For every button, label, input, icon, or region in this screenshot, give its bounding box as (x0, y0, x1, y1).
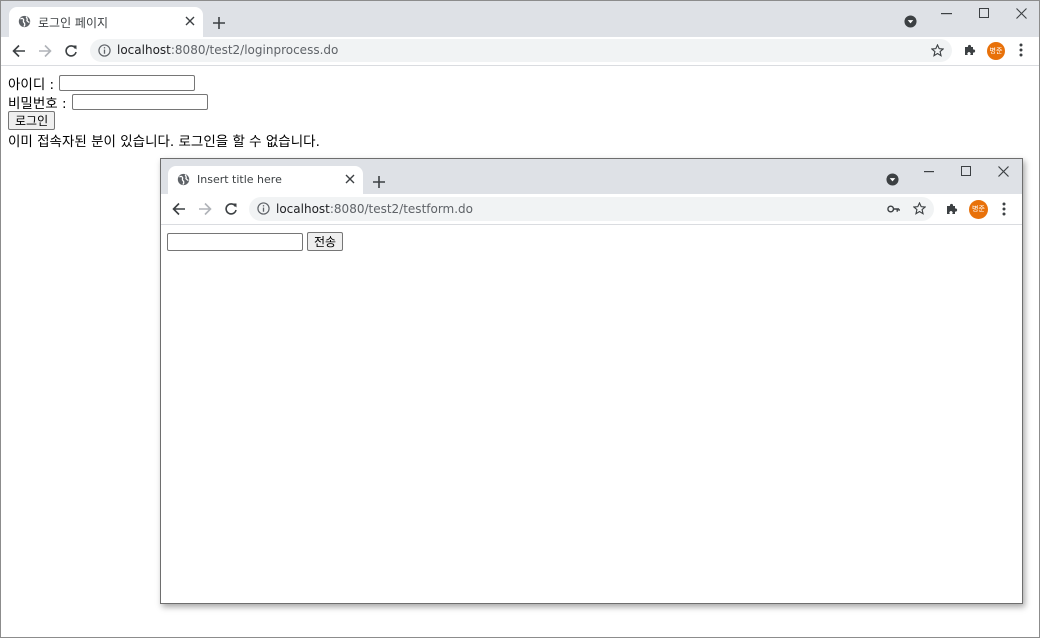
profile-initials: 병준 (972, 205, 985, 213)
info-icon[interactable] (98, 44, 111, 57)
forward-arrow-icon[interactable] (198, 202, 212, 216)
url-path: :8080/test2/loginprocess.do (170, 43, 339, 57)
close-window-icon[interactable] (1016, 8, 1027, 19)
close-tab-icon[interactable] (185, 16, 195, 26)
toolbar: localhost:8080/test2/loginprocess.do 병준 (1, 37, 1039, 66)
globe-icon (177, 173, 190, 186)
minimize-icon[interactable] (924, 171, 934, 173)
login-error-message: 이미 접속자된 분이 있습니다. 로그인을 할 수 없습니다. (8, 133, 320, 150)
extensions-puzzle-icon[interactable] (945, 202, 959, 216)
message-row: 이미 접속자된 분이 있습니다. 로그인을 할 수 없습니다. (8, 130, 320, 150)
button-row: 로그인 (8, 111, 320, 130)
close-tab-icon[interactable] (345, 174, 355, 184)
tab-login-page[interactable]: 로그인 페이지 (9, 7, 203, 37)
tab-search-icon[interactable] (904, 15, 917, 28)
tab-insert-title[interactable]: Insert title here (168, 166, 363, 194)
back-arrow-icon[interactable] (172, 202, 186, 216)
password-label: 비밀번호 : (8, 95, 67, 112)
id-row: 아이디 : (8, 73, 320, 93)
id-input[interactable] (59, 74, 196, 91)
profile-avatar[interactable]: 병준 (969, 200, 988, 219)
toolbar: localhost:8080/test2/testform.do 병준 (161, 194, 1022, 225)
login-page-content: 아이디 : 비밀번호 : 로그인 이미 접속자된 분이 있습니다. 로그인을 할… (8, 73, 320, 150)
info-icon[interactable] (257, 202, 270, 215)
password-input[interactable] (71, 93, 208, 110)
plus-icon (213, 17, 225, 29)
tab-search-icon[interactable] (886, 173, 899, 186)
maximize-icon[interactable] (979, 8, 989, 18)
tab-strip: Insert title here (161, 159, 1022, 194)
url-path: :8080/test2/testform.do (329, 202, 474, 216)
address-bar[interactable]: localhost:8080/test2/loginprocess.do (90, 39, 952, 62)
submit-button[interactable]: 전송 (307, 232, 344, 251)
new-tab-button[interactable] (373, 171, 385, 191)
address-bar[interactable]: localhost:8080/test2/testform.do (249, 197, 934, 221)
password-row: 비밀번호 : (8, 92, 320, 112)
close-window-icon[interactable] (998, 166, 1009, 177)
tab-title: Insert title here (197, 173, 282, 186)
profile-initials: 병준 (989, 47, 1003, 55)
globe-icon (18, 15, 31, 28)
url-text: localhost:8080/test2/loginprocess.do (117, 43, 338, 57)
tab-title: 로그인 페이지 (38, 16, 109, 30)
maximize-icon[interactable] (961, 166, 971, 176)
reload-icon[interactable] (64, 44, 78, 58)
extensions-puzzle-icon[interactable] (963, 43, 977, 57)
id-label: 아이디 : (8, 76, 55, 93)
popup-browser-window: Insert title here localhost:8080/test2/t… (160, 158, 1023, 604)
test-form: 전송 (167, 232, 344, 251)
profile-avatar[interactable]: 병준 (987, 42, 1005, 60)
text-input[interactable] (167, 232, 303, 251)
tab-strip: 로그인 페이지 (1, 1, 1039, 37)
new-tab-button[interactable] (213, 12, 225, 32)
forward-arrow-icon[interactable] (38, 44, 52, 58)
key-icon[interactable] (887, 203, 900, 215)
minimize-icon[interactable] (941, 13, 952, 15)
url-host: localhost (117, 43, 171, 57)
back-arrow-icon[interactable] (12, 44, 26, 58)
url-text: localhost:8080/test2/testform.do (276, 202, 473, 216)
reload-icon[interactable] (224, 202, 238, 216)
login-button[interactable]: 로그인 (8, 111, 56, 130)
menu-kebab-icon[interactable] (1002, 202, 1006, 216)
menu-kebab-icon[interactable] (1019, 43, 1023, 57)
plus-icon (373, 176, 385, 188)
url-host: localhost (276, 202, 330, 216)
bookmark-star-icon[interactable] (913, 202, 926, 215)
bookmark-star-icon[interactable] (931, 44, 944, 57)
